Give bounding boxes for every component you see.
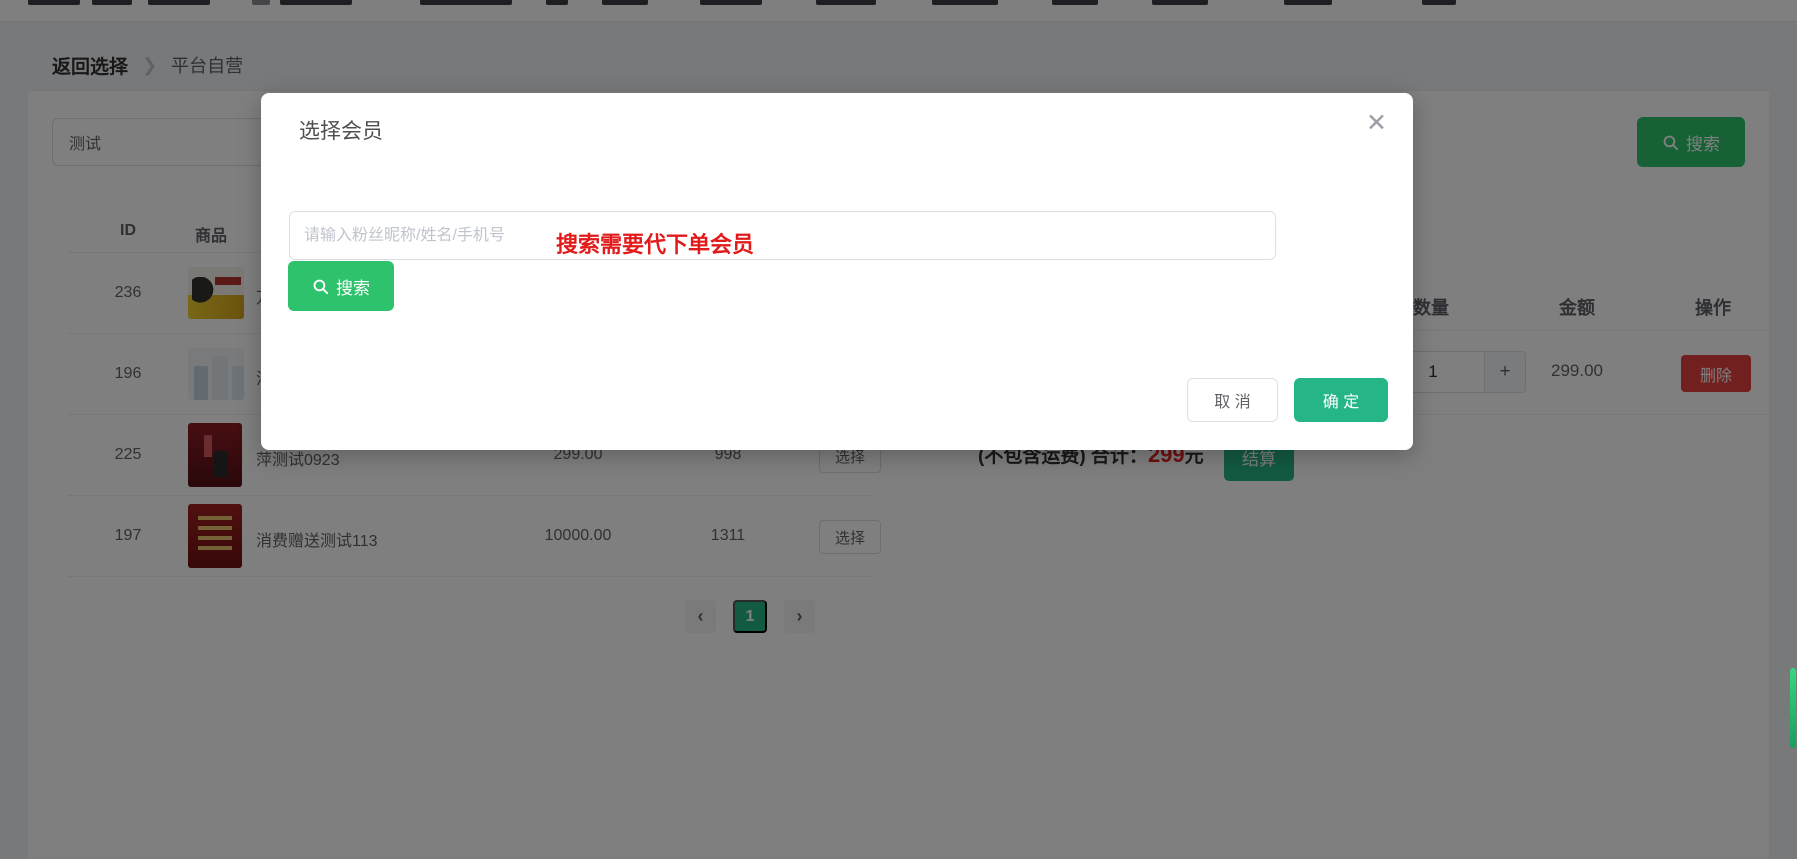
search-icon [312, 278, 329, 295]
page: 返回选择 ❯ 平台自营 搜索 ID 商品 236 万道 1 [0, 0, 1797, 859]
select-member-modal: 选择会员 ✕ 搜索需要代下单会员 搜索 取 消 确 定 [261, 93, 1413, 450]
member-search-input[interactable] [289, 211, 1276, 260]
confirm-button[interactable]: 确 定 [1294, 378, 1388, 422]
member-search-label: 搜索 [336, 274, 370, 299]
close-icon[interactable]: ✕ [1362, 107, 1391, 140]
member-search-button[interactable]: 搜索 [288, 261, 394, 311]
modal-title: 选择会员 [299, 115, 383, 145]
cancel-button[interactable]: 取 消 [1187, 378, 1278, 422]
scrollbar-thumb[interactable] [1790, 668, 1796, 748]
